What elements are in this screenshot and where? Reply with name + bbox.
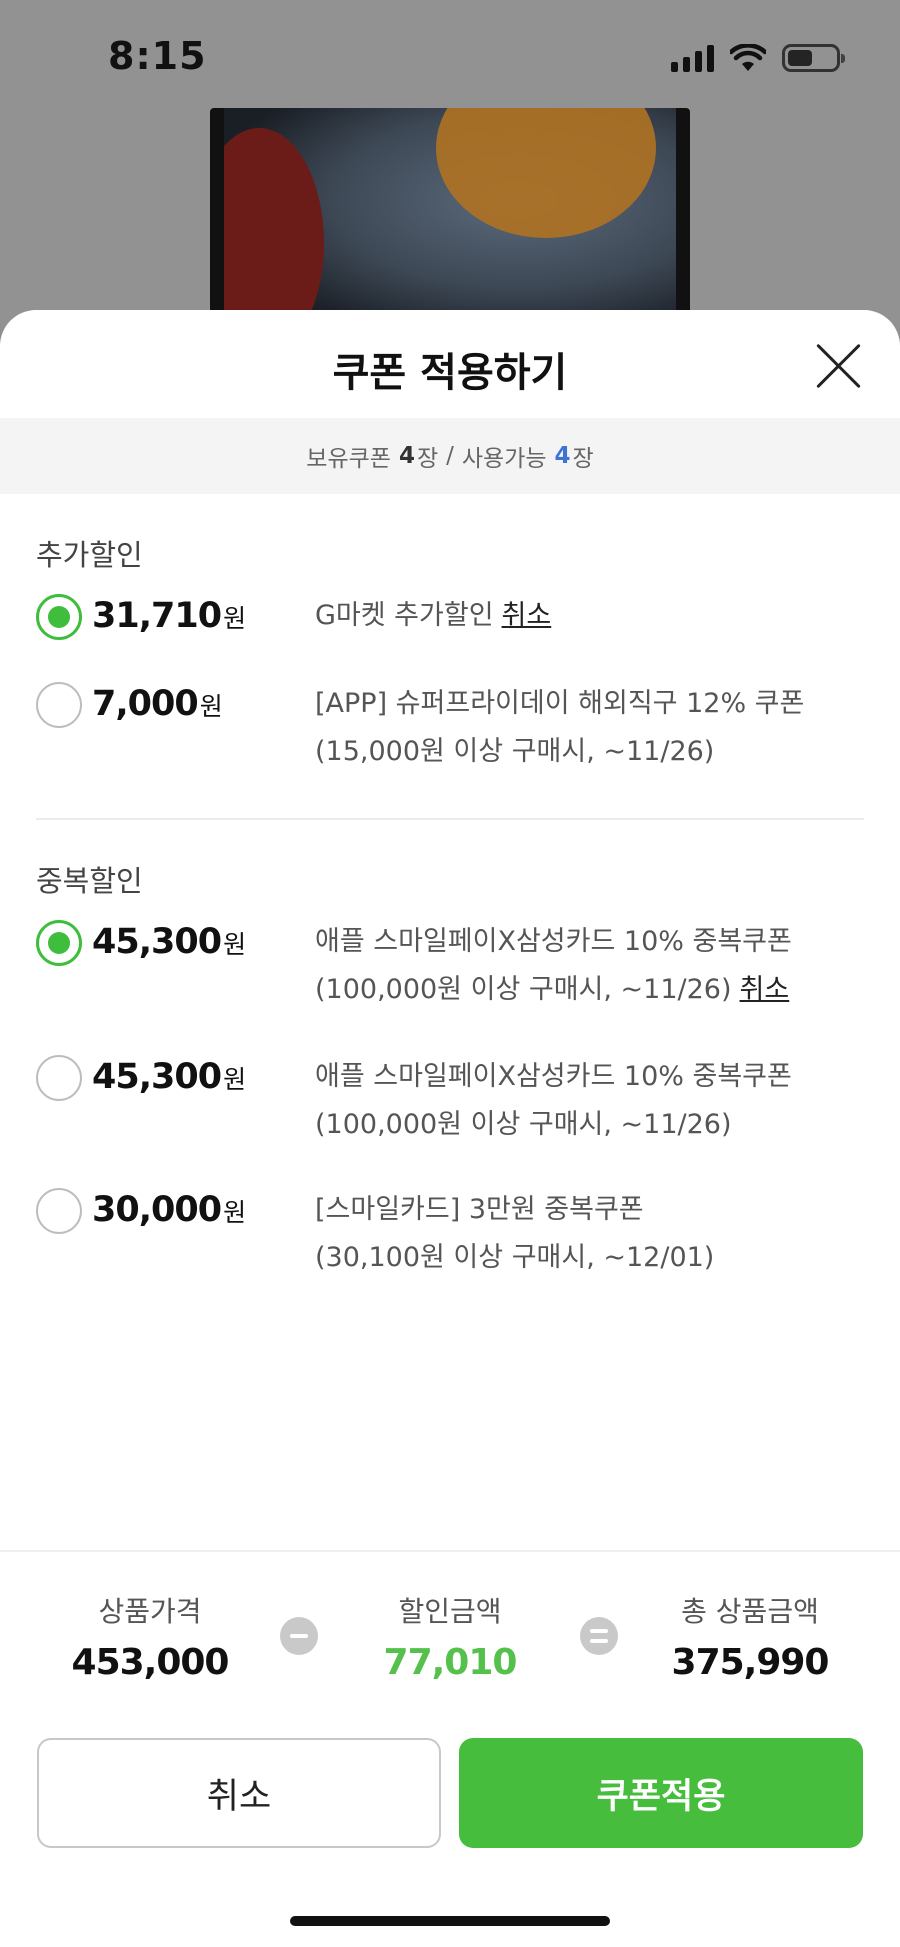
cancel-button[interactable]: 취소 (37, 1738, 441, 1848)
coupon-count-bar: 보유쿠폰 4 장 / 사용가능 4 장 (0, 418, 900, 494)
summary-discount: 할인금액 77,010 (320, 1590, 580, 1683)
cancel-coupon-link[interactable]: 취소 (502, 600, 552, 631)
sheet-title: 쿠폰 적용하기 (332, 350, 568, 396)
dimmed-background: 8:15 (0, 0, 900, 338)
product-image (210, 108, 690, 338)
coupon-name: [APP] 슈퍼프라이데이 해외직구 12% 쿠폰 (315, 688, 805, 719)
coupon-bottom-sheet: 쿠폰 적용하기 보유쿠폰 4 장 / 사용가능 4 장 추가할인 31,710원… (0, 310, 900, 1947)
extra-discount-section: 추가할인 31,710원 G마켓 추가할인 취소 7,000원 [APP] 슈퍼프… (0, 494, 900, 818)
total-value: 375,990 (671, 1642, 830, 1683)
coupon-row[interactable]: 45,300원 애플 스마일페이X삼성카드 10% 중복쿠폰 (100,000원… (36, 1055, 864, 1188)
duplicate-discount-section: 중복할인 45,300원 애플 스마일페이X삼성카드 10% 중복쿠폰 (100… (0, 820, 900, 1321)
cellular-signal-icon (671, 44, 714, 72)
coupon-amount: 45,300원 (92, 922, 247, 962)
owned-coupon-unit: 장 (416, 446, 439, 472)
coupon-row[interactable]: 30,000원 [스마일카드] 3만원 중복쿠폰 (30,100원 이상 구매시… (36, 1188, 864, 1321)
section-title-duplicate: 중복할인 (36, 864, 143, 898)
radio-unselected-icon[interactable] (36, 1188, 82, 1234)
owned-coupon-label: 보유쿠폰 (306, 446, 391, 472)
home-indicator (290, 1916, 610, 1926)
status-time: 8:15 (108, 34, 207, 78)
usable-coupon-count: 4 (554, 443, 571, 469)
summary-product-price: 상품가격 453,000 (20, 1590, 280, 1683)
product-price-value: 453,000 (71, 1642, 230, 1683)
discount-value: 77,010 (383, 1642, 518, 1683)
summary-total: 총 상품금액 375,990 (620, 1590, 880, 1683)
usable-coupon-label: 사용가능 (461, 446, 547, 472)
apply-coupon-button[interactable]: 쿠폰적용 (459, 1738, 863, 1848)
coupon-description: [APP] 슈퍼프라이데이 해외직구 12% 쿠폰 (15,000원 이상 구매… (315, 680, 864, 776)
battery-icon (782, 44, 845, 72)
radio-unselected-icon[interactable] (36, 1055, 82, 1101)
price-summary: 상품가격 453,000 할인금액 77,010 총 상품금액 375,990 (0, 1550, 900, 1700)
minus-icon (280, 1617, 318, 1655)
coupon-amount: 31,710원 (92, 596, 247, 636)
coupon-condition: (30,100원 이상 구매시, ~12/01) (315, 1242, 715, 1273)
discount-label: 할인금액 (398, 1595, 502, 1628)
coupon-name: [스마일카드] 3만원 중복쿠폰 (315, 1194, 644, 1225)
wifi-icon (730, 44, 766, 71)
coupon-condition: (100,000원 이상 구매시, ~11/26) (315, 974, 732, 1005)
coupon-description: G마켓 추가할인 취소 (315, 592, 864, 640)
cancel-coupon-link[interactable]: 취소 (740, 974, 790, 1005)
coupon-row[interactable]: 7,000원 [APP] 슈퍼프라이데이 해외직구 12% 쿠폰 (15,000… (36, 682, 864, 818)
coupon-amount: 7,000원 (92, 684, 223, 724)
coupon-amount: 30,000원 (92, 1190, 247, 1230)
coupon-condition: (100,000원 이상 구매시, ~11/26) (315, 1109, 732, 1140)
sheet-header: 쿠폰 적용하기 (0, 310, 900, 418)
coupon-description: [스마일카드] 3만원 중복쿠폰 (30,100원 이상 구매시, ~12/01… (315, 1186, 864, 1282)
coupon-name: G마켓 추가할인 (315, 600, 494, 631)
section-title-extra: 추가할인 (36, 538, 143, 572)
radio-selected-icon[interactable] (36, 920, 82, 966)
coupon-name: 애플 스마일페이X삼성카드 10% 중복쿠폰 (315, 926, 792, 957)
count-separator: / (446, 443, 454, 469)
coupon-description: 애플 스마일페이X삼성카드 10% 중복쿠폰 (100,000원 이상 구매시,… (315, 918, 864, 1014)
coupon-row[interactable]: 31,710원 G마켓 추가할인 취소 (36, 594, 864, 682)
coupon-amount: 45,300원 (92, 1057, 247, 1097)
radio-unselected-icon[interactable] (36, 682, 82, 728)
usable-coupon-unit: 장 (572, 446, 594, 472)
coupon-name: 애플 스마일페이X삼성카드 10% 중복쿠폰 (315, 1061, 792, 1092)
status-icons (671, 40, 845, 76)
close-icon[interactable] (810, 338, 866, 394)
total-label: 총 상품금액 (681, 1595, 819, 1628)
coupon-condition: (15,000원 이상 구매시, ~11/26) (315, 736, 715, 767)
status-bar: 8:15 (0, 0, 900, 110)
product-price-label: 상품가격 (98, 1595, 202, 1628)
radio-selected-icon[interactable] (36, 594, 82, 640)
equals-icon (580, 1617, 618, 1655)
coupon-description: 애플 스마일페이X삼성카드 10% 중복쿠폰 (100,000원 이상 구매시,… (315, 1053, 864, 1149)
owned-coupon-count: 4 (398, 443, 415, 469)
coupon-row[interactable]: 45,300원 애플 스마일페이X삼성카드 10% 중복쿠폰 (100,000원… (36, 920, 864, 1055)
